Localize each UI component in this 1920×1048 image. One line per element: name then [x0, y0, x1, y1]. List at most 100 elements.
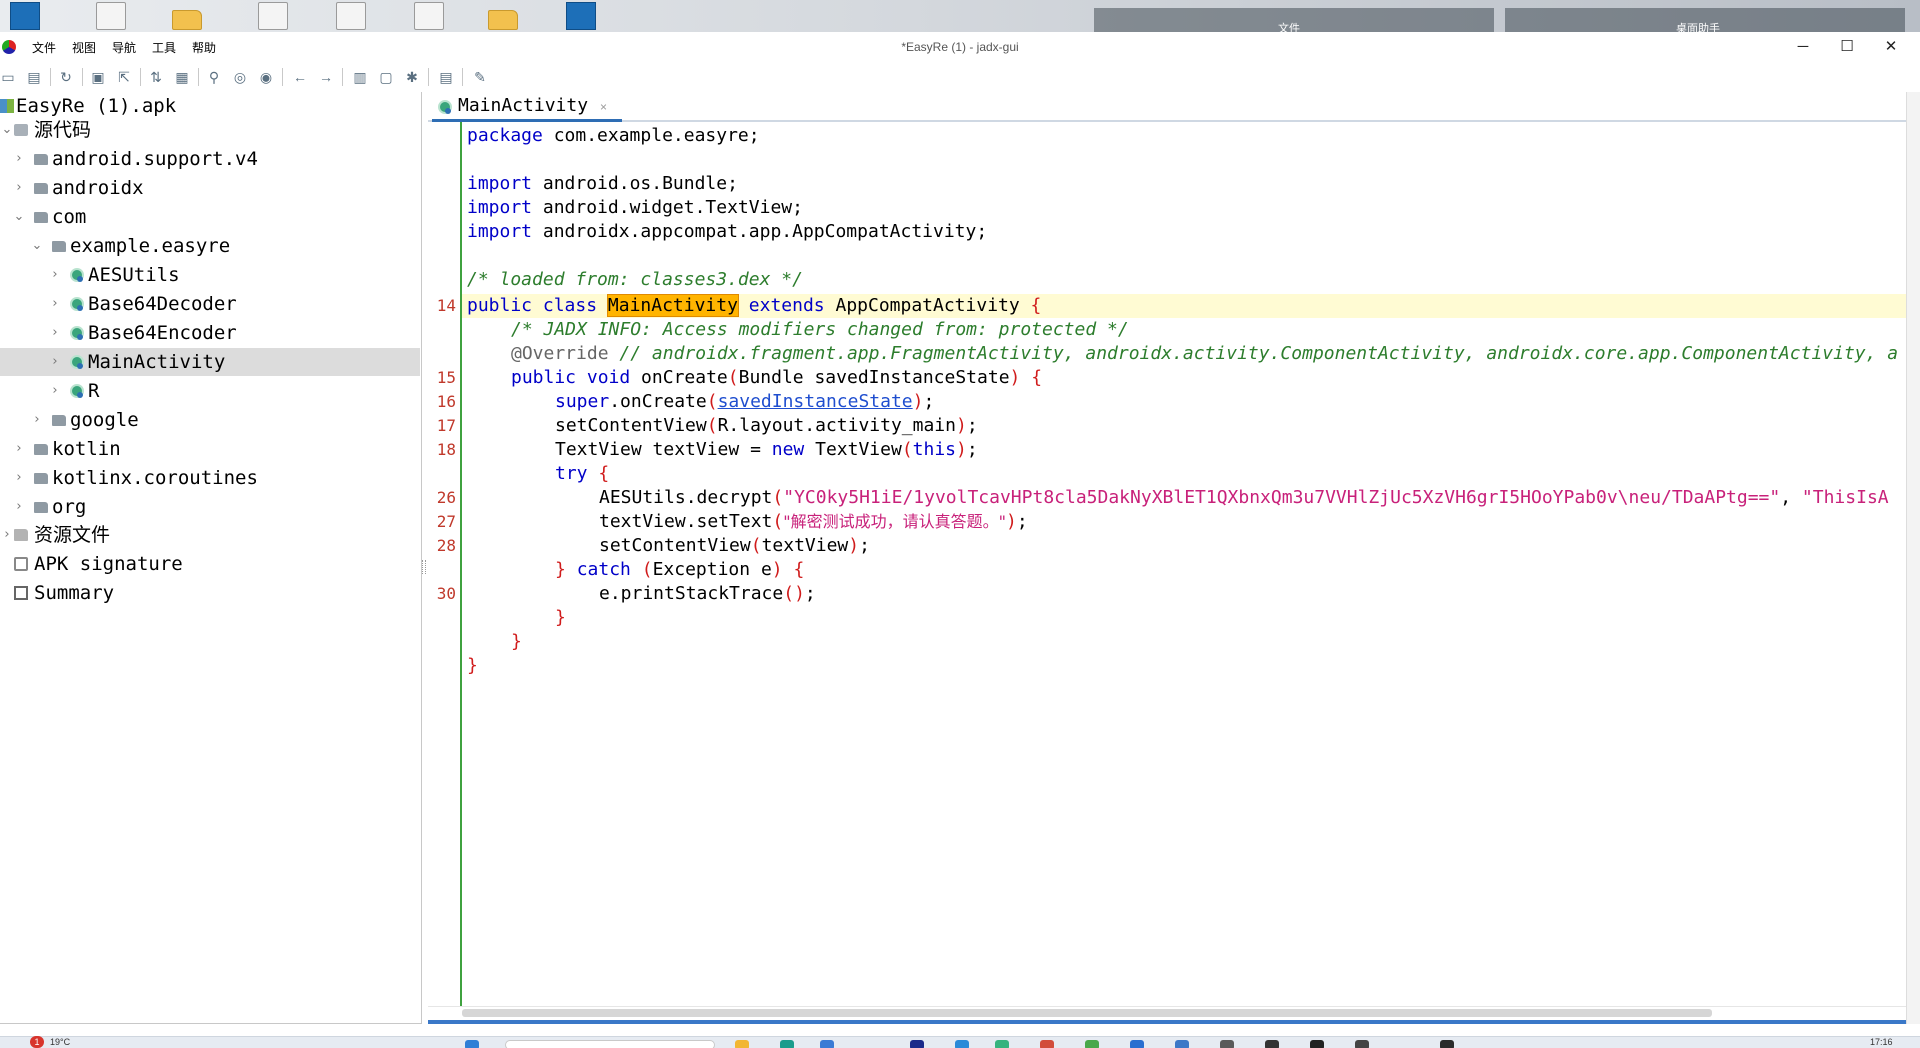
tree-item-class[interactable]: › R [0, 377, 420, 405]
reload-icon[interactable]: ↻ [58, 69, 74, 85]
desktop-document-icon[interactable] [414, 2, 444, 30]
desktop-app-icon[interactable] [10, 2, 40, 30]
variable-link[interactable]: savedInstanceState [718, 391, 913, 412]
chevron-right-icon[interactable]: › [30, 406, 44, 434]
tree-item-package[interactable]: › kotlinx.coroutines [0, 464, 420, 492]
log-icon[interactable]: ▤ [438, 69, 454, 85]
taskbar-app-icon[interactable] [1355, 1040, 1369, 1048]
chevron-right-icon[interactable]: › [12, 145, 26, 173]
forward-icon[interactable]: → [318, 69, 334, 85]
deobfuscation-icon[interactable]: ▢ [378, 69, 394, 85]
highlighted-class-name[interactable]: MainActivity [606, 294, 739, 317]
close-button[interactable]: ✕ [1868, 34, 1914, 60]
desktop-document-icon[interactable] [96, 2, 126, 30]
tree-item-package[interactable]: › androidx [0, 174, 420, 202]
code-line[interactable]: import android.os.Bundle; [467, 172, 738, 196]
splitter-handle[interactable] [422, 560, 426, 574]
open-icon[interactable]: ▭ [0, 69, 16, 85]
taskbar-app-icon[interactable] [995, 1040, 1009, 1048]
tab-close-icon[interactable]: × [600, 100, 607, 114]
tree-item-class[interactable]: › AESUtils [0, 261, 420, 289]
taskbar-app-icon[interactable] [780, 1040, 794, 1048]
taskbar-app-icon[interactable] [1440, 1040, 1454, 1048]
tree-item-class-selected[interactable]: › MainActivity [0, 348, 420, 376]
tree-item-package[interactable]: › org [0, 493, 420, 521]
taskbar-app-icon[interactable] [1220, 1040, 1234, 1048]
taskbar-app-icon[interactable] [910, 1040, 924, 1048]
tree-item-package[interactable]: › kotlin [0, 435, 420, 463]
chevron-right-icon[interactable]: › [12, 464, 26, 492]
code-line[interactable]: } [555, 606, 566, 630]
chevron-right-icon[interactable]: › [48, 377, 62, 405]
code-line[interactable]: e.printStackTrace(); [599, 582, 816, 606]
chevron-right-icon[interactable]: › [48, 261, 62, 289]
search-icon[interactable]: ⚲ [206, 69, 222, 85]
code-line[interactable]: public void onCreate(Bundle savedInstanc… [511, 366, 1042, 390]
chevron-right-icon[interactable]: › [12, 435, 26, 463]
chevron-right-icon[interactable]: › [0, 521, 14, 549]
taskbar-app-icon[interactable] [1265, 1040, 1279, 1048]
tree-item-summary[interactable]: Summary [0, 579, 420, 607]
code-line[interactable]: super.onCreate(savedInstanceState); [555, 390, 934, 414]
taskbar-app-icon[interactable] [1130, 1040, 1144, 1048]
taskbar-app-icon[interactable] [1085, 1040, 1099, 1048]
taskbar-app-icon[interactable] [820, 1040, 834, 1048]
add-files-icon[interactable]: ▤ [26, 69, 42, 85]
code-line[interactable]: TextView textView = new TextView(this); [555, 438, 978, 462]
desktop-document-icon[interactable] [336, 2, 366, 30]
tree-item-class[interactable]: › Base64Encoder [0, 319, 420, 347]
tree-item-package[interactable]: › google [0, 406, 420, 434]
tab-mainactivity[interactable]: MainActivity [432, 92, 623, 122]
save-icon[interactable]: ▣ [90, 69, 106, 85]
code-line[interactable]: try { [555, 462, 609, 486]
code-line[interactable]: import android.widget.TextView; [467, 196, 803, 220]
code-line[interactable]: } catch (Exception e) { [555, 558, 804, 582]
start-icon[interactable] [465, 1040, 479, 1048]
code-line[interactable]: } [467, 654, 478, 678]
code-line[interactable]: setContentView(R.layout.activity_main); [555, 414, 978, 438]
tree-item-package[interactable]: › android.support.v4 [0, 145, 420, 173]
desktop-folder-icon[interactable] [488, 10, 518, 30]
tree-item-source-code[interactable]: ⌄ 源代码 [0, 116, 420, 144]
quark-icon[interactable]: ▥ [352, 69, 368, 85]
code-line[interactable]: setContentView(textView); [599, 534, 870, 558]
desktop-document-icon[interactable] [258, 2, 288, 30]
desktop-folder-icon[interactable] [172, 10, 202, 30]
tree-item-resources[interactable]: › 资源文件 [0, 521, 420, 549]
notification-badge[interactable]: 1 [30, 1036, 44, 1048]
back-icon[interactable]: ← [292, 69, 308, 85]
file-explorer-icon[interactable] [735, 1040, 749, 1048]
chevron-down-icon[interactable]: ⌄ [0, 116, 14, 144]
project-tree[interactable]: EasyRe (1).apk ⌄ 源代码 › android.support.v… [0, 92, 422, 1024]
code-line[interactable]: AESUtils.decrypt("YC0ky5H1iE/1yvolTcavHP… [599, 486, 1889, 510]
chevron-right-icon[interactable]: › [48, 290, 62, 318]
taskbar-app-icon[interactable] [1040, 1040, 1054, 1048]
debug-icon[interactable]: ✱ [404, 69, 420, 85]
chevron-down-icon[interactable]: ⌄ [12, 203, 26, 231]
tree-item-class[interactable]: › Base64Decoder [0, 290, 420, 318]
chevron-right-icon[interactable]: › [48, 319, 62, 347]
sync-icon[interactable]: ⇅ [148, 69, 164, 85]
horizontal-scrollbar-thumb[interactable] [462, 1009, 1712, 1017]
find-usage-icon[interactable]: ◉ [258, 69, 274, 85]
code-line[interactable]: textView.setText("解密测试成功，请认真答题。"); [599, 510, 1028, 534]
tree-item-package[interactable]: ⌄ example.easyre [0, 232, 420, 260]
code-line[interactable]: /* loaded from: classes3.dex */ [467, 268, 803, 292]
minimize-button[interactable]: ─ [1780, 34, 1826, 60]
chevron-right-icon[interactable]: › [12, 174, 26, 202]
tree-item-package[interactable]: ⌄ com [0, 203, 420, 231]
vertical-scrollbar[interactable] [1906, 92, 1920, 1024]
code-line[interactable]: } [511, 630, 522, 654]
taskbar-app-icon[interactable] [1310, 1040, 1324, 1048]
code-line[interactable]: @Override // androidx.fragment.app.Fragm… [511, 342, 1898, 366]
chevron-right-icon[interactable]: › [48, 348, 62, 376]
preferences-icon[interactable]: ✎ [472, 69, 488, 85]
chevron-down-icon[interactable]: ⌄ [30, 232, 44, 260]
export-icon[interactable]: ⇱ [116, 69, 132, 85]
find-class-icon[interactable]: ◎ [232, 69, 248, 85]
desktop-app-icon[interactable] [566, 2, 596, 30]
chevron-right-icon[interactable]: › [12, 493, 26, 521]
code-line[interactable]: import androidx.appcompat.app.AppCompatA… [467, 220, 987, 244]
taskbar-app-icon[interactable] [955, 1040, 969, 1048]
flatten-icon[interactable]: ▦ [174, 69, 190, 85]
